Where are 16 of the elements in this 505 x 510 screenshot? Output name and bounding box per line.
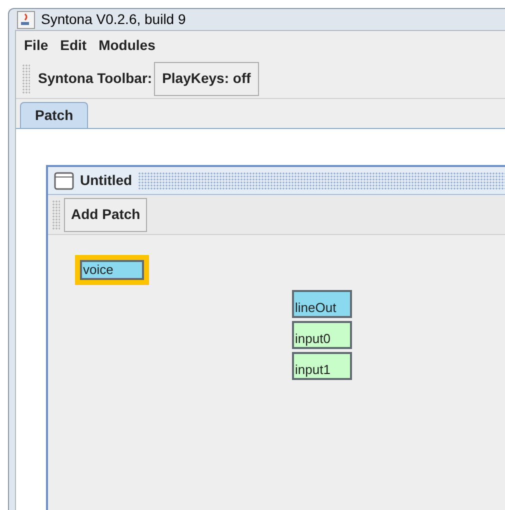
menu-item[interactable]: Edit xyxy=(60,34,87,56)
patch-node[interactable]: lineOut xyxy=(292,290,352,318)
playkeys-button[interactable]: PlayKeys: off xyxy=(154,62,259,96)
window-title: Syntona V0.2.6, build 9 xyxy=(41,10,186,29)
add-patch-button[interactable]: Add Patch xyxy=(64,198,148,232)
menu-item[interactable]: File xyxy=(24,34,48,56)
frame-title: Untitled xyxy=(80,171,132,190)
patch-node[interactable]: input0 xyxy=(292,321,352,349)
toolbar-grip[interactable] xyxy=(52,200,60,230)
patch-node[interactable]: input1 xyxy=(292,352,352,380)
patch-node[interactable]: voice xyxy=(75,255,149,285)
menu-item[interactable]: Modules xyxy=(98,34,156,56)
window-icon xyxy=(54,172,74,190)
tab[interactable]: Patch xyxy=(20,102,88,128)
toolbar-label: Syntona Toolbar: xyxy=(38,69,152,88)
toolbar-grip[interactable] xyxy=(22,64,30,94)
